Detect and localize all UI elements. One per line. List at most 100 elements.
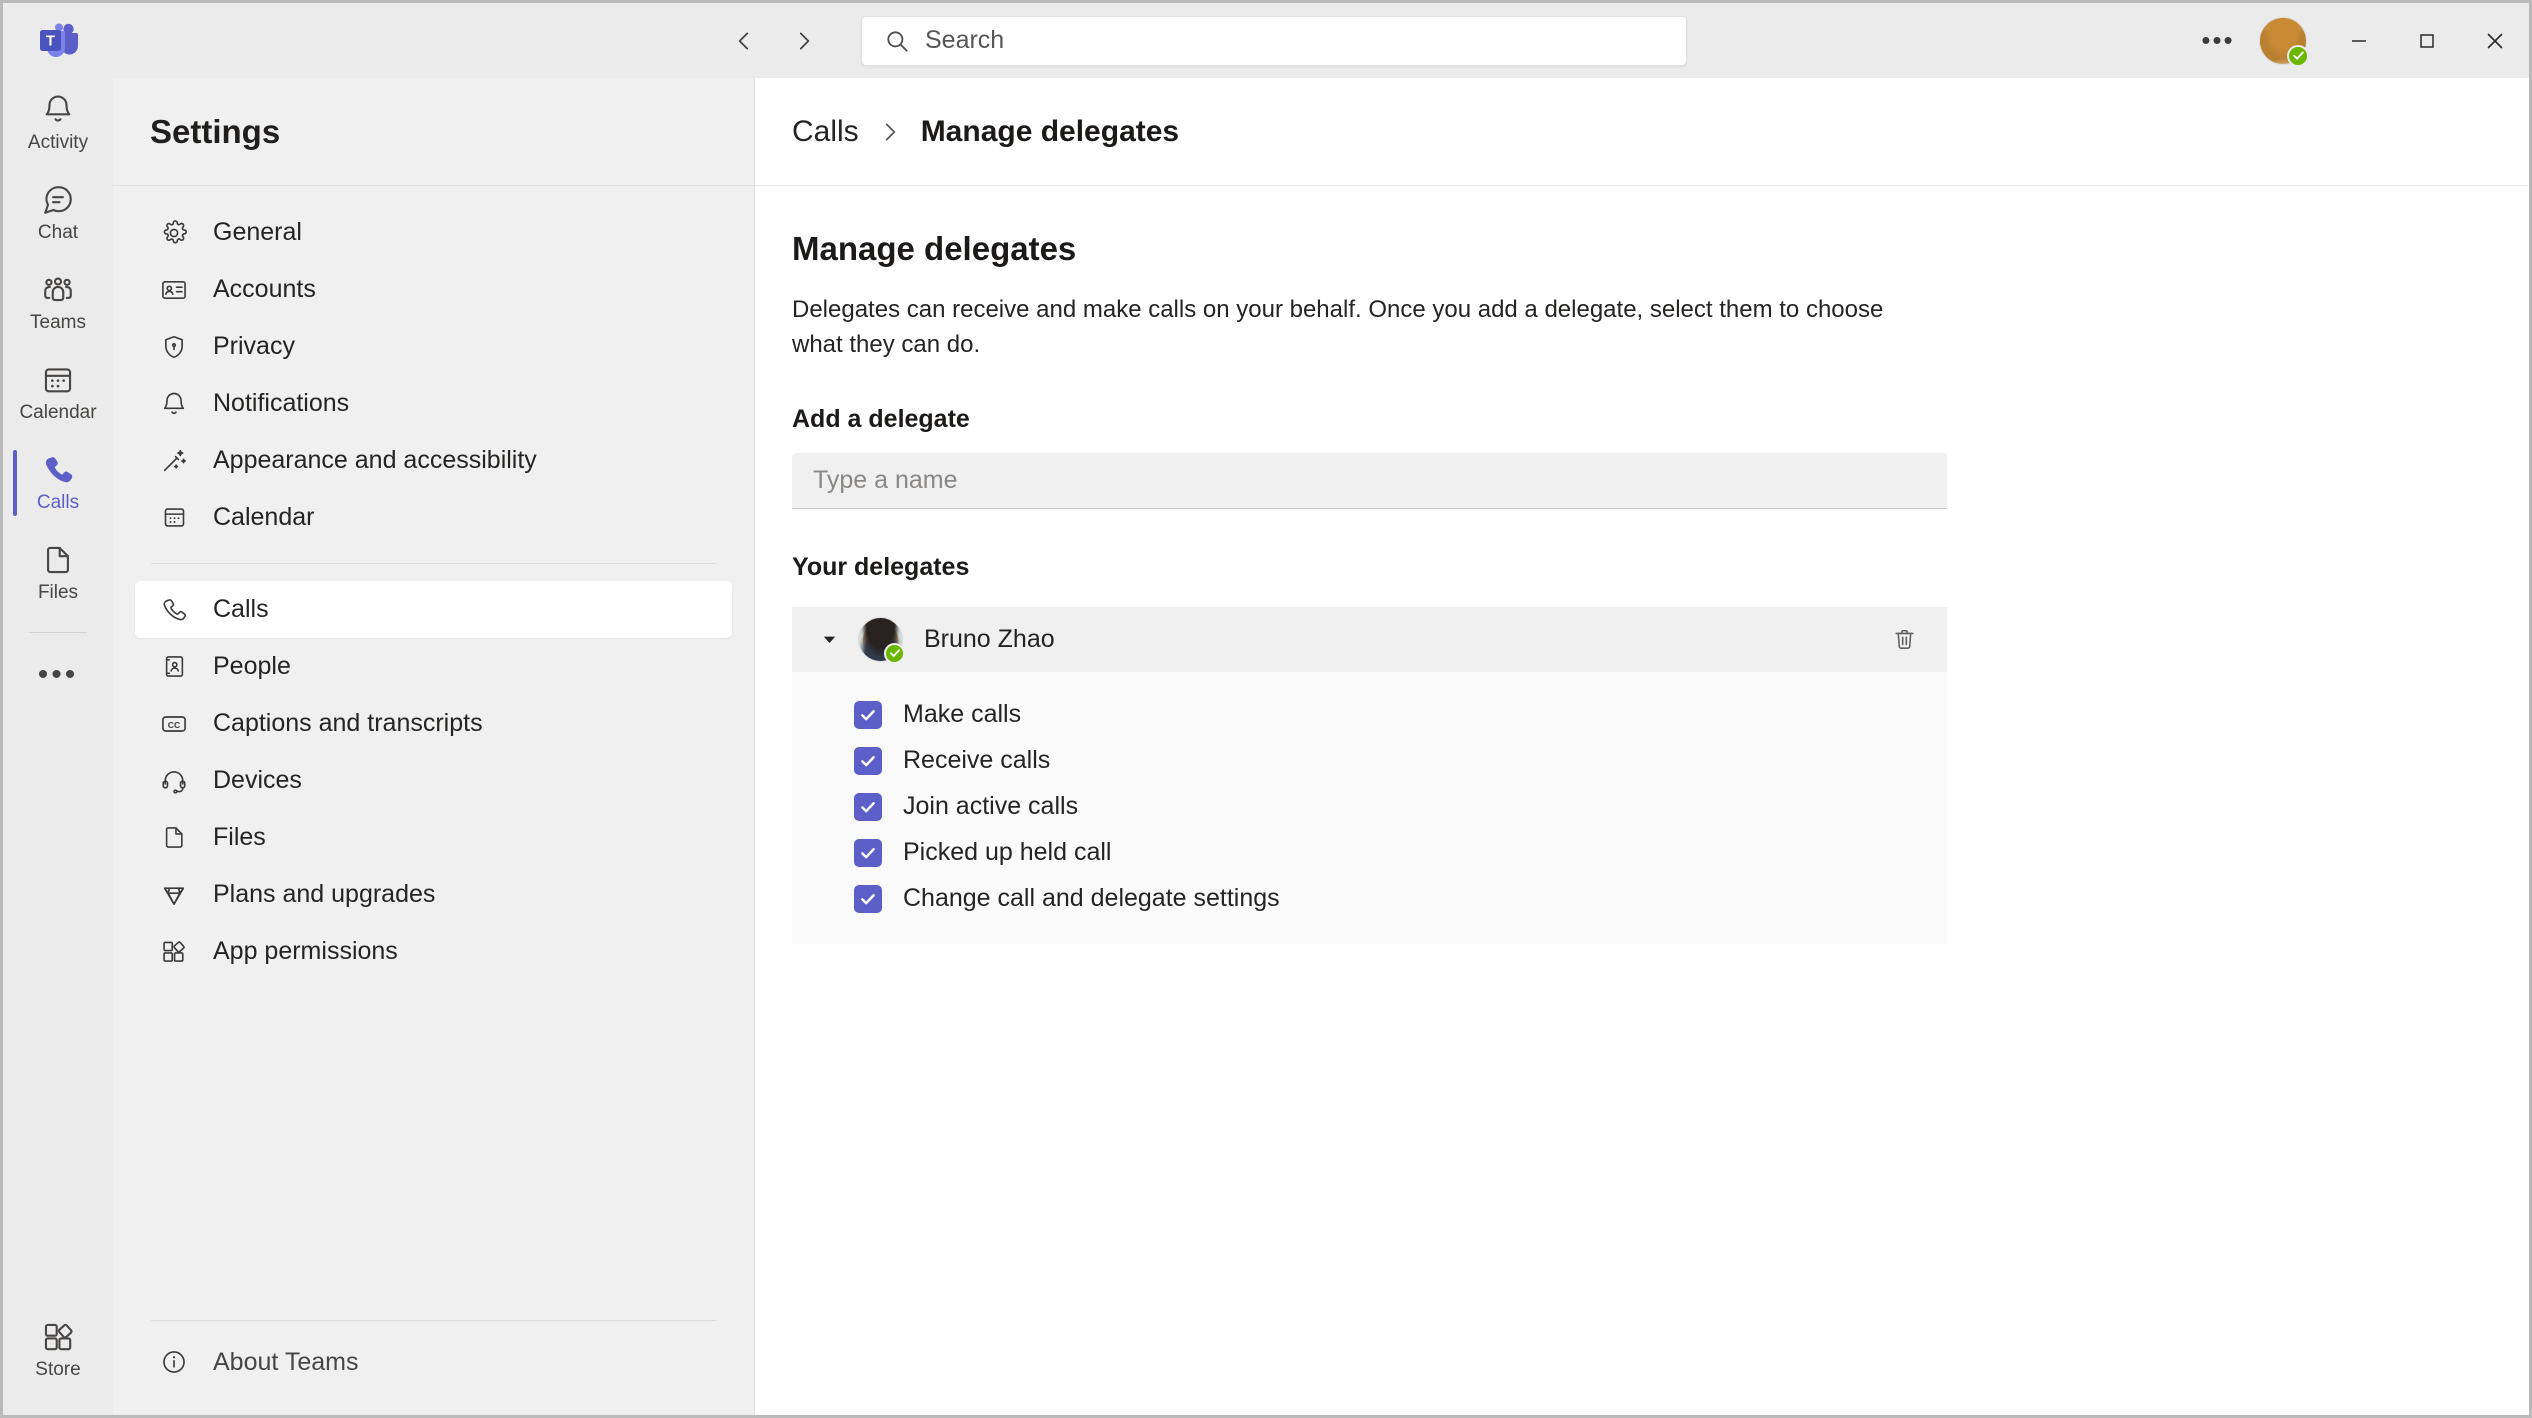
- settings-item-files[interactable]: Files: [135, 809, 732, 866]
- permission-row-receive-calls[interactable]: Receive calls: [792, 738, 1947, 784]
- wand-icon: [157, 444, 191, 478]
- settings-item-label: People: [213, 652, 291, 680]
- add-delegate-label: Add a delegate: [792, 404, 970, 433]
- sidebar-item-store[interactable]: Store: [3, 1305, 113, 1395]
- headset-icon: [157, 764, 191, 798]
- svg-text:T: T: [46, 32, 55, 49]
- sidebar-item-calendar[interactable]: Calendar: [3, 348, 113, 438]
- settings-item-people[interactable]: People: [135, 638, 732, 695]
- bell-icon: [45, 95, 71, 122]
- checkmark-icon: [861, 801, 875, 812]
- chevron-left-icon: [738, 32, 749, 49]
- settings-item-devices[interactable]: Devices: [135, 752, 732, 809]
- delegate-card: Bruno Zhao Make calls Receive calls Join…: [792, 606, 1947, 944]
- sidebar-item-files[interactable]: Files: [3, 528, 113, 618]
- chevron-right-icon: [877, 119, 903, 145]
- checkbox-checked[interactable]: [854, 746, 882, 775]
- permission-row-join-active-calls[interactable]: Join active calls: [792, 784, 1947, 830]
- titlebar-right-controls: •••: [2191, 3, 2529, 78]
- presence-badge-available: [2287, 44, 2309, 67]
- navigation-arrows: [723, 20, 825, 62]
- search-box[interactable]: Search: [861, 15, 1687, 66]
- settings-and-more-button[interactable]: •••: [2191, 14, 2245, 68]
- settings-item-notifications[interactable]: Notifications: [135, 375, 732, 432]
- checkmark-icon: [889, 649, 900, 657]
- shield-lock-icon: [157, 330, 191, 364]
- rail-more-apps-button[interactable]: •••: [3, 643, 113, 707]
- delegate-permissions-list: Make calls Receive calls Join active cal…: [792, 671, 1947, 944]
- phone-icon: [157, 593, 191, 627]
- breadcrumb-parent[interactable]: Calls: [792, 115, 859, 149]
- delegate-name: Bruno Zhao: [924, 624, 1055, 653]
- svg-text:CC: CC: [168, 719, 180, 729]
- settings-item-app-permissions[interactable]: App permissions: [135, 923, 732, 980]
- permission-label: Change call and delegate settings: [903, 884, 1280, 913]
- add-delegate-input[interactable]: [792, 452, 1947, 509]
- sidebar-item-teams[interactable]: Teams: [3, 258, 113, 348]
- settings-item-captions-and-transcripts[interactable]: CC Captions and transcripts: [135, 695, 732, 752]
- permission-label: Make calls: [903, 700, 1022, 729]
- pane-description: Delegates can receive and make calls on …: [792, 296, 1884, 358]
- settings-menu-group-secondary: Calls People CC Captions and transcripts: [113, 581, 754, 980]
- user-avatar[interactable]: [2259, 16, 2309, 67]
- minimize-button[interactable]: [2325, 3, 2393, 78]
- chevron-right-icon: [799, 32, 810, 49]
- manage-delegates-pane: Manage delegates Delegates can receive a…: [755, 186, 2529, 944]
- search-input[interactable]: Search: [925, 26, 1004, 55]
- checkbox-checked[interactable]: [854, 792, 882, 821]
- settings-item-general[interactable]: General: [135, 204, 732, 261]
- document-icon: [47, 546, 69, 573]
- about-divider: [151, 1320, 716, 1321]
- settings-item-calendar[interactable]: Calendar: [135, 489, 732, 546]
- permission-row-picked-up-held-call[interactable]: Picked up held call: [792, 830, 1947, 876]
- back-button[interactable]: [723, 20, 765, 62]
- sidebar-item-calls[interactable]: Calls: [3, 438, 113, 528]
- chevron-down-icon[interactable]: [814, 631, 844, 648]
- close-button[interactable]: [2461, 3, 2529, 78]
- settings-item-appearance-and-accessibility[interactable]: Appearance and accessibility: [135, 432, 732, 489]
- people-team-icon: [44, 276, 72, 301]
- settings-item-privacy[interactable]: Privacy: [135, 318, 732, 375]
- checkbox-checked[interactable]: [854, 838, 882, 867]
- sidebar-item-chat[interactable]: Chat: [3, 168, 113, 258]
- permission-label: Picked up held call: [903, 838, 1112, 867]
- permission-label: Receive calls: [903, 746, 1051, 775]
- permission-row-change-call-and-delegate-settings[interactable]: Change call and delegate settings: [792, 876, 1947, 922]
- sidebar-item-label: Calendar: [19, 401, 97, 423]
- settings-item-label: Notifications: [213, 389, 350, 417]
- delete-delegate-button[interactable]: [1883, 618, 1925, 660]
- trash-icon: [1894, 629, 1914, 649]
- about-teams-button[interactable]: About Teams: [113, 1331, 754, 1393]
- bell-icon: [157, 387, 191, 421]
- settings-panel: Settings General Accounts Privacy Notifi…: [113, 78, 755, 1415]
- calendar-icon: [44, 367, 72, 392]
- checkbox-checked[interactable]: [854, 884, 882, 913]
- settings-item-accounts[interactable]: Accounts: [135, 261, 732, 318]
- settings-item-calls[interactable]: Calls: [135, 581, 732, 638]
- app-body: Activity Chat Teams Calendar Calls Files: [3, 78, 2529, 1415]
- content-area: Calls Manage delegates Manage delegates …: [755, 78, 2529, 1415]
- search-container: Search: [861, 15, 1687, 66]
- permission-row-make-calls[interactable]: Make calls: [792, 692, 1947, 738]
- settings-item-label: General: [213, 218, 302, 246]
- delegate-row[interactable]: Bruno Zhao: [792, 606, 1947, 672]
- settings-item-label: Captions and transcripts: [213, 709, 483, 737]
- sidebar-item-label: Store: [35, 1358, 81, 1380]
- forward-button[interactable]: [783, 20, 825, 62]
- store-icon: [44, 1323, 73, 1350]
- info-circle-icon: [157, 1345, 191, 1379]
- checkmark-icon: [861, 893, 875, 904]
- teams-window: T Search ••• Activity Chat Teams Calenda…: [0, 0, 2532, 1418]
- sidebar-item-activity[interactable]: Activity: [3, 78, 113, 168]
- your-delegates-label: Your delegates: [792, 552, 970, 581]
- sidebar-item-label: Files: [37, 581, 79, 603]
- settings-item-plans-and-upgrades[interactable]: Plans and upgrades: [135, 866, 732, 923]
- breadcrumb: Calls Manage delegates: [755, 78, 2529, 186]
- phone-icon: [45, 456, 73, 482]
- sidebar-item-label: Calls: [36, 491, 80, 513]
- settings-item-label: Calendar: [213, 503, 315, 531]
- maximize-button[interactable]: [2393, 3, 2461, 78]
- sidebar-item-label: Chat: [37, 221, 79, 243]
- checkbox-checked[interactable]: [854, 700, 882, 729]
- settings-spacer: [113, 980, 754, 1320]
